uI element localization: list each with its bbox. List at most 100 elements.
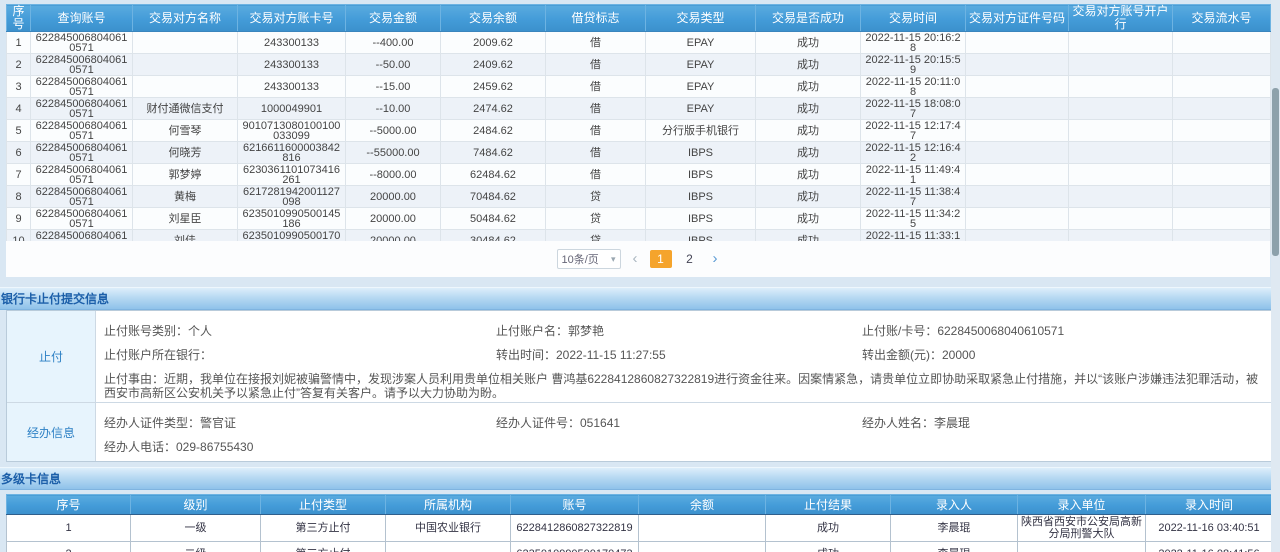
multi-card-section-title: 多级卡信息	[0, 467, 1280, 490]
table-cell: IBPS	[646, 186, 756, 208]
page-button-1[interactable]: 1	[650, 250, 672, 268]
table-cell: 2022-11-15 20:15:59	[861, 54, 966, 76]
next-page-icon[interactable]: ›	[711, 250, 720, 268]
table-cell: 6228450068040610571	[31, 32, 133, 54]
field-row: 经办人电话：029-86755430	[104, 438, 1261, 455]
table-cell: 2022-11-15 12:16:42	[861, 142, 966, 164]
table-cell	[1069, 76, 1173, 98]
table-cell: 6228450068040610571	[31, 186, 133, 208]
table-cell: 第三方止付	[261, 542, 386, 552]
table-cell: 243300133	[238, 32, 346, 54]
table-cell	[386, 542, 511, 552]
table-cell: 财付通微信支付	[133, 98, 238, 120]
table-cell: 2022-11-15 12:17:47	[861, 120, 966, 142]
column-header: 查询账号	[31, 5, 133, 32]
table-cell: 2	[7, 54, 31, 76]
column-header: 交易类型	[646, 5, 756, 32]
table-cell: 借	[546, 142, 646, 164]
table-cell: 黄梅	[133, 186, 238, 208]
table-cell: 6216611600003842816	[238, 142, 346, 164]
table-cell: 成功	[756, 142, 861, 164]
column-header: 交易对方名称	[133, 5, 238, 32]
section-title-text: 多级卡信息	[1, 472, 61, 486]
table-cell: 2022-11-16 03:40:51	[1146, 515, 1273, 542]
prev-page-icon[interactable]: ‹	[631, 250, 640, 268]
scrollbar-thumb[interactable]	[1272, 88, 1279, 256]
table-cell: 郭梦婷	[133, 164, 238, 186]
table-cell: 6	[7, 142, 31, 164]
column-header: 交易对方证件号码	[966, 5, 1069, 32]
table-cell	[966, 142, 1069, 164]
table-cell: 6228450068040610571	[31, 164, 133, 186]
stop-payment-label: 止付	[7, 311, 96, 402]
stop-payment-section-title: 银行卡止付提交信息	[0, 287, 1280, 310]
table-cell: 6228450068040610571	[31, 142, 133, 164]
table-cell	[966, 164, 1069, 186]
table-cell: EPAY	[646, 76, 756, 98]
table-cell: 李晨琨	[891, 515, 1018, 542]
agent-info-label: 经办信息	[7, 403, 96, 461]
page-button-2[interactable]: 2	[679, 250, 701, 268]
column-header: 交易金额	[346, 5, 441, 32]
table-cell: 1	[7, 32, 31, 54]
table-cell	[1173, 54, 1271, 76]
table-cell: 8	[7, 186, 31, 208]
column-header: 录入人	[891, 495, 1018, 515]
table-cell	[966, 54, 1069, 76]
agent-info-section: 经办信息 经办人证件类型：警官证经办人证件号：051641经办人姓名：李晨琨经办…	[7, 403, 1271, 461]
table-cell: 2022-11-16 08:41:56	[1146, 542, 1273, 552]
table-cell: 借	[546, 164, 646, 186]
table-cell: 成功	[756, 54, 861, 76]
stop-payment-section: 止付 止付账号类别：个人止付账户名：郭梦艳止付账/卡号：622845006804…	[7, 311, 1271, 403]
column-header: 录入时间	[1146, 495, 1273, 515]
column-header: 序号	[7, 5, 31, 32]
table-cell: 6217281942001127098	[238, 186, 346, 208]
table-cell: IBPS	[646, 208, 756, 230]
table-cell	[966, 76, 1069, 98]
vertical-scrollbar[interactable]	[1271, 0, 1280, 552]
page-size-value: 10条/页	[562, 251, 599, 267]
table-cell: 50484.62	[441, 208, 546, 230]
column-header: 交易余额	[441, 5, 546, 32]
table-cell: 6228450068040610571	[31, 98, 133, 120]
table-cell: 6228450068040610571	[31, 120, 133, 142]
stop-reason-text: 止付事由：近期，我单位在接报刘妮被骗警情中，发现涉案人员利用贵单位相关账户 曹鸿…	[104, 372, 1261, 400]
table-cell: --55000.00	[346, 142, 441, 164]
page-root: 序号查询账号交易对方名称交易对方账卡号交易金额交易余额借贷标志交易类型交易是否成…	[0, 0, 1280, 552]
table-cell: 中国农业银行	[386, 515, 511, 542]
field-row: 止付账户所在银行：转出时间：2022-11-15 11:27:55转出金额(元)…	[104, 346, 1261, 363]
table-cell	[133, 76, 238, 98]
table-row: 16228450068040610571243300133--400.00200…	[7, 32, 1271, 54]
page-size-select[interactable]: 10条/页 ▾	[557, 249, 621, 269]
column-header: 交易对方账号开户行	[1069, 5, 1173, 32]
column-header: 交易是否成功	[756, 5, 861, 32]
table-row: 56228450068040610571何雪琴90107130801001000…	[7, 120, 1271, 142]
table-cell: 借	[546, 54, 646, 76]
table-row: 26228450068040610571243300133--50.002409…	[7, 54, 1271, 76]
page-buttons: 12	[650, 250, 701, 268]
table-row: 46228450068040610571财付通微信支付1000049901--1…	[7, 98, 1271, 120]
table-cell: 一级	[131, 515, 261, 542]
table-cell: 李晨琨	[891, 542, 1018, 552]
field-text: 转出金额(元)：20000	[862, 346, 1261, 363]
stop-payment-panel: 止付 止付账号类别：个人止付账户名：郭梦艳止付账/卡号：622845006804…	[6, 310, 1272, 462]
table-cell	[966, 186, 1069, 208]
column-header: 所属机构	[386, 495, 511, 515]
table-cell	[133, 54, 238, 76]
table-cell: 2484.62	[441, 120, 546, 142]
table-cell: 借	[546, 120, 646, 142]
table-cell	[1173, 208, 1271, 230]
table-row: 96228450068040610571刘星臣62350109905001451…	[7, 208, 1271, 230]
table-cell: 3	[7, 76, 31, 98]
column-header: 级别	[131, 495, 261, 515]
table-cell: 1000049901	[238, 98, 346, 120]
table-cell: 5	[7, 120, 31, 142]
table-cell: 6235010990500170473	[511, 542, 639, 552]
table-cell: --400.00	[346, 32, 441, 54]
table-cell	[1069, 142, 1173, 164]
field-text: 经办人姓名：李晨琨	[862, 414, 1261, 431]
field-row: 止付账号类别：个人止付账户名：郭梦艳止付账/卡号：622845006804061…	[104, 322, 1261, 339]
table-cell: 贷	[546, 208, 646, 230]
column-header: 余额	[639, 495, 766, 515]
field-text: 止付账户名：郭梦艳	[496, 322, 862, 339]
